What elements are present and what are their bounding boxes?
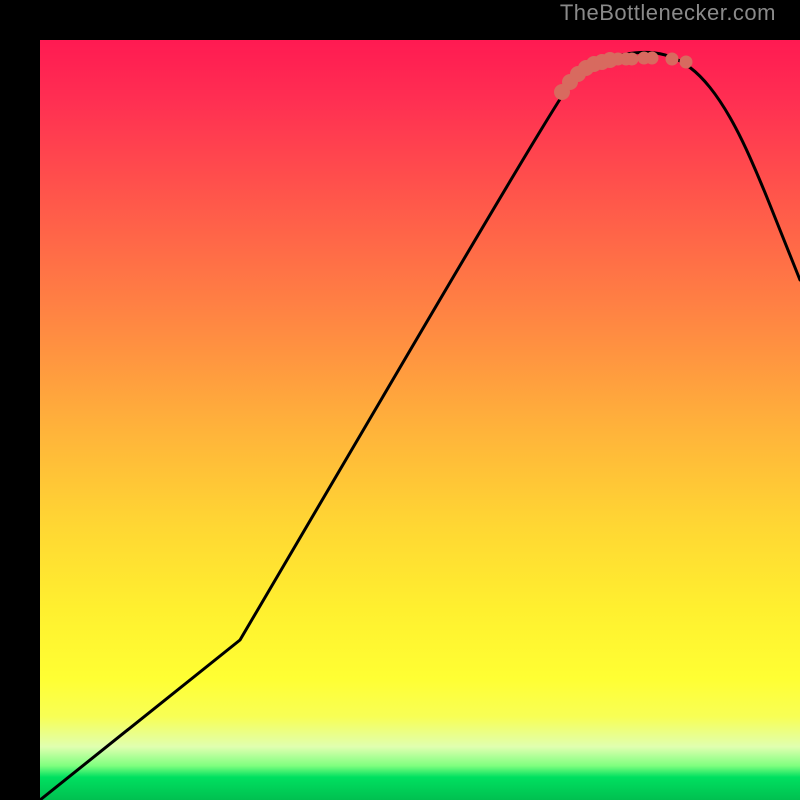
bottleneck-curve (40, 52, 800, 800)
chart-frame (20, 20, 780, 780)
attribution-text: TheBottlenecker.com (560, 0, 776, 26)
curve-marker-dot (666, 53, 679, 66)
plot-area (40, 40, 800, 800)
curve-marker-dot (626, 53, 639, 66)
curve-markers (554, 52, 693, 101)
curve-marker-dot (680, 56, 693, 69)
curve-marker-dot (646, 52, 659, 65)
chart-svg (40, 40, 800, 800)
